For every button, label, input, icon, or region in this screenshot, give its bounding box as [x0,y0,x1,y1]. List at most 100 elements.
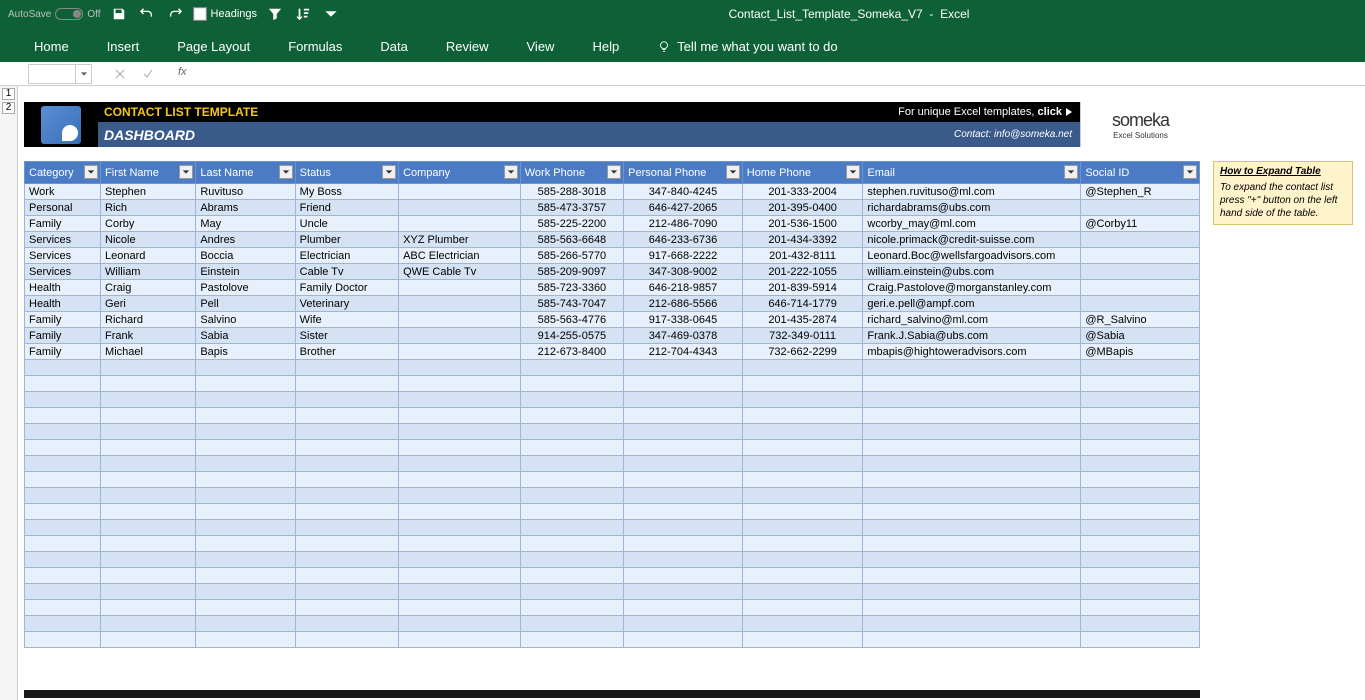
cell[interactable] [196,392,295,408]
cell[interactable] [1081,632,1200,648]
cell[interactable]: @Stephen_R [1081,184,1200,200]
cell[interactable] [863,408,1081,424]
cell[interactable] [295,536,398,552]
cell[interactable] [1081,504,1200,520]
cell[interactable] [863,520,1081,536]
cell[interactable] [295,360,398,376]
filter-dropdown-button[interactable] [607,165,621,179]
cell[interactable] [742,568,863,584]
cell[interactable]: 212-686-5566 [624,296,743,312]
cell[interactable] [399,376,521,392]
cell[interactable] [399,488,521,504]
fx-label[interactable]: fx [178,66,187,82]
cell[interactable] [196,616,295,632]
cell[interactable] [520,456,623,472]
cell[interactable] [624,600,743,616]
cell[interactable] [863,392,1081,408]
undo-button[interactable] [137,4,157,24]
cell[interactable] [25,472,101,488]
cell[interactable] [25,632,101,648]
cell[interactable] [101,632,196,648]
tab-home[interactable]: Home [30,31,73,62]
tell-me-search[interactable]: Tell me what you want to do [653,31,841,62]
cell[interactable] [863,584,1081,600]
cell[interactable] [399,280,521,296]
cell[interactable] [1081,568,1200,584]
cell[interactable]: richardabrams@ubs.com [863,200,1081,216]
cell[interactable] [863,360,1081,376]
cell[interactable]: 201-432-8111 [742,248,863,264]
save-button[interactable] [109,4,129,24]
cell[interactable] [295,440,398,456]
cell[interactable] [624,568,743,584]
cell[interactable] [1081,456,1200,472]
cell[interactable] [742,584,863,600]
cell[interactable] [624,584,743,600]
cell[interactable] [196,376,295,392]
cell[interactable]: geri.e.pell@ampf.com [863,296,1081,312]
cell[interactable] [520,376,623,392]
cell[interactable] [295,376,398,392]
cell[interactable] [742,456,863,472]
cell[interactable]: 585-563-4776 [520,312,623,328]
tab-page-layout[interactable]: Page Layout [173,31,254,62]
cell[interactable]: 585-743-7047 [520,296,623,312]
cell[interactable] [1081,440,1200,456]
cell[interactable]: Wife [295,312,398,328]
cell[interactable] [196,408,295,424]
cell[interactable] [25,440,101,456]
cell[interactable] [399,184,521,200]
cell[interactable] [196,440,295,456]
cell[interactable] [1081,616,1200,632]
tab-insert[interactable]: Insert [103,31,144,62]
cell[interactable]: Family [25,312,101,328]
cell[interactable] [101,424,196,440]
cell[interactable] [399,408,521,424]
cell[interactable] [520,504,623,520]
cell[interactable] [1081,392,1200,408]
cell[interactable] [863,536,1081,552]
filter-dropdown-button[interactable] [1183,165,1197,179]
cell[interactable] [399,200,521,216]
cell[interactable]: Brother [295,344,398,360]
cell[interactable] [399,456,521,472]
cell[interactable] [624,360,743,376]
cell[interactable] [101,472,196,488]
name-box[interactable] [28,64,76,84]
filter-dropdown-button[interactable] [1064,165,1078,179]
outline-level-2[interactable]: 2 [2,102,15,114]
cell[interactable]: Craig [101,280,196,296]
cell[interactable] [295,520,398,536]
cell[interactable] [863,552,1081,568]
cell[interactable]: 212-486-7090 [624,216,743,232]
cell[interactable]: Craig.Pastolove@morganstanley.com [863,280,1081,296]
cell[interactable]: 585-225-2200 [520,216,623,232]
cell[interactable] [520,424,623,440]
cell[interactable] [624,392,743,408]
cell[interactable] [295,616,398,632]
cell[interactable] [101,616,196,632]
cell[interactable] [742,472,863,488]
cell[interactable]: Geri [101,296,196,312]
cell[interactable] [295,584,398,600]
cell[interactable]: 646-233-6736 [624,232,743,248]
cell[interactable] [25,568,101,584]
headings-checkbox[interactable]: Headings [193,4,257,24]
filter-dropdown-button[interactable] [846,165,860,179]
cell[interactable] [196,536,295,552]
cell[interactable] [101,408,196,424]
cell[interactable] [295,488,398,504]
cell[interactable] [101,552,196,568]
cell[interactable]: 646-714-1779 [742,296,863,312]
sort-button[interactable] [293,4,313,24]
cell[interactable] [1081,472,1200,488]
cell[interactable]: @R_Salvino [1081,312,1200,328]
cell[interactable] [295,552,398,568]
cell[interactable]: Plumber [295,232,398,248]
cell[interactable]: 347-840-4245 [624,184,743,200]
cell[interactable] [863,456,1081,472]
cell[interactable]: nicole.primack@credit-suisse.com [863,232,1081,248]
cell[interactable] [1081,488,1200,504]
cell[interactable] [25,520,101,536]
cell[interactable]: Electrician [295,248,398,264]
